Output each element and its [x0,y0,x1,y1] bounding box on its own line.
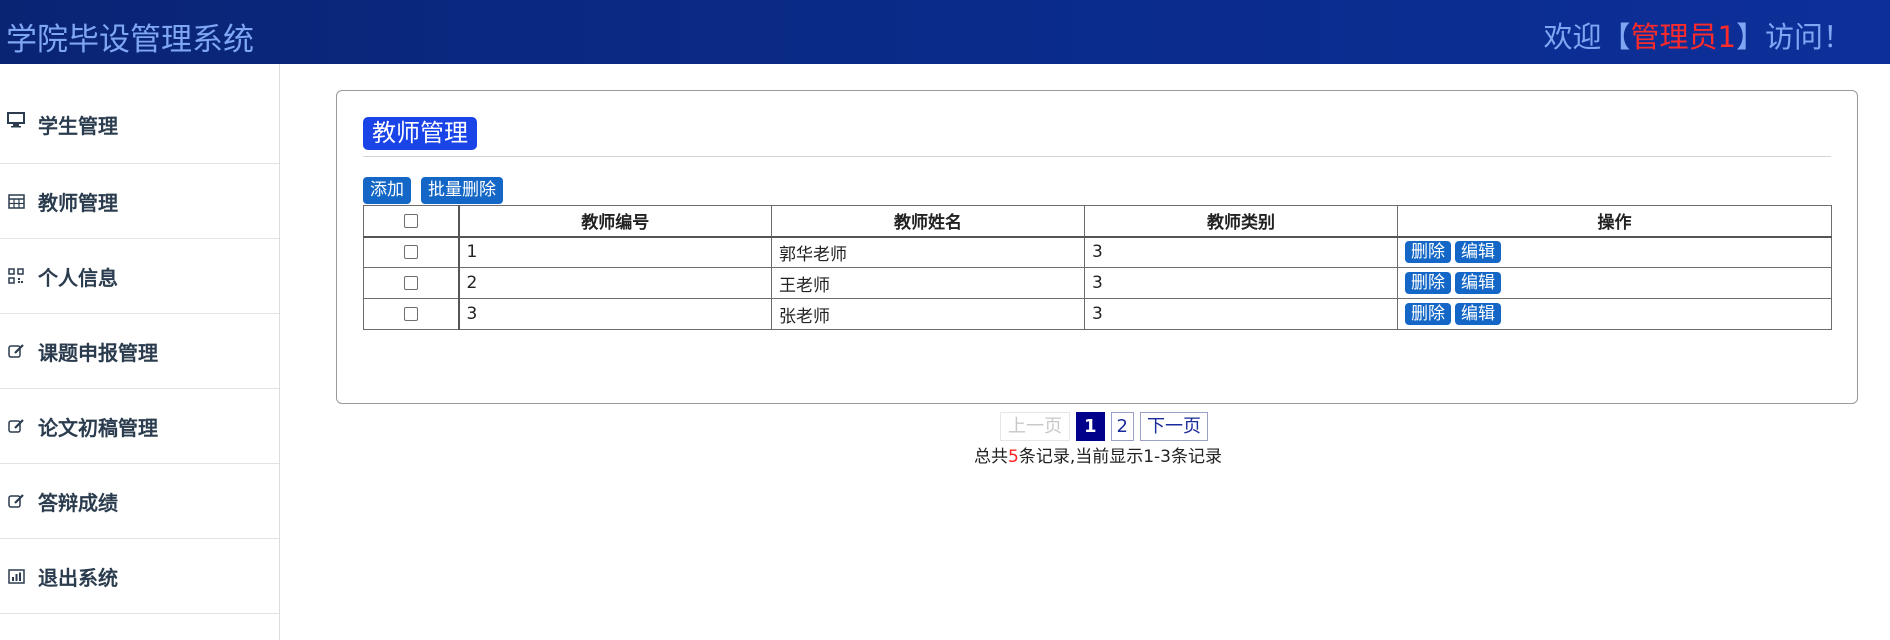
sidebar: 学生管理 教师管理 个人信息 课题申报管理 论文初稿管理 答辩成绩 退出系统 [0,64,280,640]
teacher-management-panel: 教师管理 添加 批量删除 教师编号 教师姓名 教师类别 操作 1 郭华老师 3 … [336,90,1858,404]
sidebar-item-label: 课题申报管理 [38,340,158,365]
bar-chart-icon [6,566,26,586]
sidebar-item-defense-scores[interactable]: 答辩成绩 [0,464,279,539]
title-divider [363,156,1831,157]
teacher-name-cell: 张老师 [771,298,1085,330]
edit-button[interactable]: 编辑 [1455,272,1501,294]
monitor-icon [6,110,26,130]
top-header: 学院毕设管理系统 欢迎【管理员1】访问！ [0,0,1890,64]
teacher-category-cell: 3 [1084,298,1398,330]
app-title: 学院毕设管理系统 [6,22,254,58]
column-header-actions: 操作 [1397,205,1832,238]
sidebar-item-topic-applications[interactable]: 课题申报管理 [0,314,279,389]
delete-button[interactable]: 删除 [1405,272,1451,294]
qrcode-icon [6,266,26,286]
summary-prefix: 总共 [974,447,1008,467]
row-checkbox[interactable] [403,276,418,290]
sidebar-item-label: 退出系统 [38,565,118,590]
welcome-message: 欢迎【管理员1】访问！ [1544,14,1852,56]
prev-page-button[interactable]: 上一页 [1000,411,1070,441]
teacher-id-cell: 1 [457,236,772,268]
sidebar-item-thesis-drafts[interactable]: 论文初稿管理 [0,389,279,464]
table-row: 3 张老师 3 删除 编辑 [363,298,1832,330]
current-user-name: 管理员1 [1630,20,1736,54]
add-button[interactable]: 添加 [363,177,411,204]
welcome-prefix: 欢迎【 [1543,20,1631,54]
next-page-button[interactable]: 下一页 [1139,411,1208,441]
record-summary: 总共5条记录,当前显示1-3条记录 [974,442,1222,467]
row-actions-cell: 删除 编辑 [1397,298,1832,330]
table-row: 2 王老师 3 删除 编辑 [363,267,1832,299]
edit-icon [6,491,26,511]
teacher-name-cell: 郭华老师 [771,236,1085,268]
row-select-cell [363,298,459,330]
row-checkbox[interactable] [403,307,418,321]
column-header-name[interactable]: 教师姓名 [771,205,1085,238]
teacher-name-cell: 王老师 [771,267,1085,299]
teacher-category-cell: 3 [1084,236,1398,268]
sidebar-item-label: 学生管理 [38,114,118,138]
summary-suffix: 条记录,当前显示1-3条记录 [1018,447,1222,467]
sidebar-item-label: 论文初稿管理 [38,415,158,440]
edit-button[interactable]: 编辑 [1455,303,1501,325]
total-count: 5 [1008,447,1019,467]
teacher-table: 教师编号 教师姓名 教师类别 操作 1 郭华老师 3 删除编辑 2 王老师 3 [363,205,1832,330]
row-select-cell [363,236,459,268]
page-button-1[interactable]: 1 [1076,411,1105,441]
teacher-category-cell: 3 [1084,267,1398,299]
table-icon [6,191,26,211]
batch-delete-button[interactable]: 批量删除 [421,177,503,204]
sidebar-item-students[interactable]: 学生管理 [0,102,279,164]
table-header-row: 教师编号 教师姓名 教师类别 操作 [363,205,1832,238]
pagination: 上一页 1 2 下一页 [1000,410,1208,442]
teacher-id-cell: 3 [457,298,772,330]
column-header-id[interactable]: 教师编号 [457,205,772,238]
sidebar-item-label: 个人信息 [38,265,118,290]
delete-button[interactable]: 删除 [1405,241,1451,264]
sidebar-item-teachers[interactable]: 教师管理 [0,164,279,239]
table-row: 1 郭华老师 3 删除 编辑 [363,236,1832,268]
edit-button[interactable]: 编辑 [1455,241,1501,264]
edit-icon [6,416,26,436]
row-select-cell [363,267,459,299]
teacher-id-cell: 2 [457,267,772,299]
sidebar-item-profile[interactable]: 个人信息 [0,239,279,314]
delete-button[interactable]: 删除 [1405,303,1451,325]
select-all-cell [363,205,459,238]
sidebar-item-label: 答辩成绩 [38,490,118,515]
row-actions-cell: 删除 编辑 [1397,236,1832,268]
select-all-checkbox[interactable] [403,213,418,228]
sidebar-item-label: 教师管理 [38,190,118,215]
page-button-2[interactable]: 2 [1110,411,1134,441]
welcome-suffix: 】访问！ [1735,20,1852,54]
page-title: 教师管理 [363,117,477,150]
edit-icon [6,341,26,361]
row-checkbox[interactable] [403,245,418,260]
row-actions-cell: 删除 编辑 [1397,267,1832,299]
column-header-category[interactable]: 教师类别 [1084,205,1398,238]
sidebar-item-logout[interactable]: 退出系统 [0,539,279,614]
